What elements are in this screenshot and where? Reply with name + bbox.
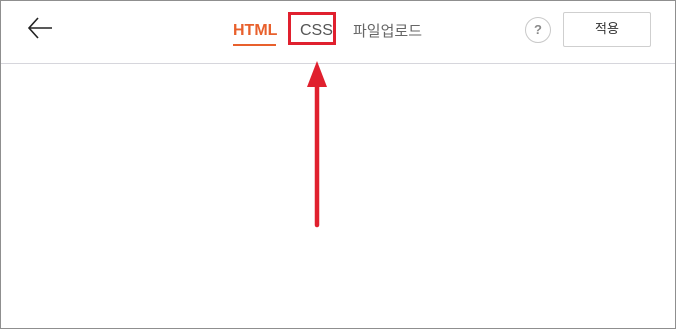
annotation-highlight-box [288,12,336,45]
apply-button[interactable]: 적용 [563,12,651,47]
arrow-up-icon [307,61,327,228]
tab-file-upload[interactable]: 파일업로드 [353,21,422,41]
active-tab-underline [233,44,276,46]
editor-content[interactable] [1,64,675,328]
editor-header: HTML CSS 파일업로드 ? 적용 [1,1,675,64]
editor-window: HTML CSS 파일업로드 ? 적용 [0,0,676,329]
tab-html[interactable]: HTML [233,21,277,41]
help-button[interactable]: ? [525,17,551,43]
